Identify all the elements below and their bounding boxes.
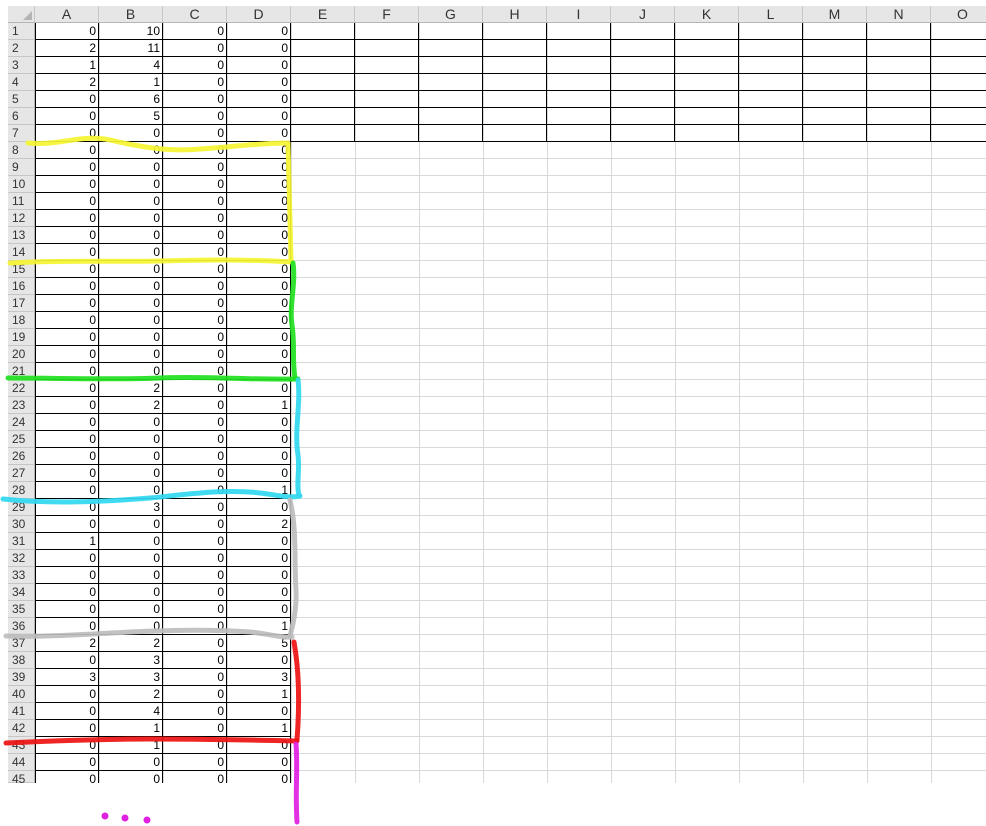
highlight-stroke — [287, 497, 299, 639]
highlight-stroke — [7, 257, 295, 266]
ellipsis-dot — [121, 814, 129, 822]
annotation-layer — [0, 135, 303, 825]
highlight-stroke — [294, 377, 302, 498]
highlight-stroke — [25, 135, 294, 263]
highlight-stroke — [293, 741, 300, 825]
highlight-stroke — [3, 627, 295, 640]
highlight-stroke — [3, 736, 300, 746]
highlight-stroke — [5, 374, 301, 382]
highlight-stroke — [291, 639, 302, 743]
highlight-stroke — [0, 488, 303, 505]
ellipsis-dot — [143, 816, 151, 824]
highlight-stroke — [288, 260, 298, 381]
ellipsis-dot — [101, 812, 109, 820]
